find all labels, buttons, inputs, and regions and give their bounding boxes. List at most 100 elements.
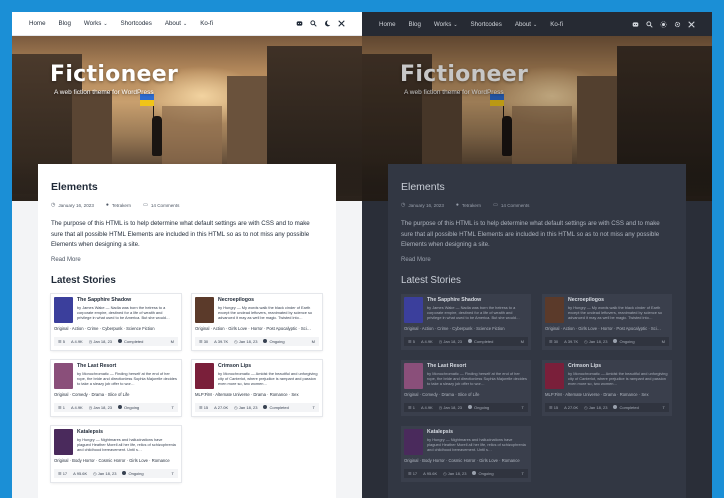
story-card[interactable]: The Last Resort by Monochromatic — Findi… <box>51 359 181 416</box>
story-cover[interactable] <box>54 428 73 455</box>
post-author-wrap[interactable]: ● Tetrakern <box>456 202 481 208</box>
site-title[interactable]: Fictioneer <box>400 62 528 87</box>
post-card: Elements ◷ January 16, 2023 ● Tetrakern ▭ 1… <box>388 164 686 498</box>
story-title[interactable]: The Last Resort <box>77 363 116 369</box>
chapters-count: ☰ 15 <box>549 404 559 410</box>
nav-about-label: About <box>164 20 182 27</box>
dark-theme-preview: Home Blog Works ⌄ Shortcodes About ⌄ Ko-fi… <box>362 12 712 498</box>
story-cover[interactable] <box>545 296 564 323</box>
nav-works-label: Works <box>433 20 452 28</box>
story-cover[interactable] <box>404 362 423 389</box>
nav-blog[interactable]: Blog <box>409 21 421 28</box>
story-card[interactable]: Necroepilogos by Hungry — My words walk … <box>542 293 672 350</box>
post-author-wrap[interactable]: ● Tetrakern <box>106 202 131 208</box>
nav-home[interactable]: Home <box>379 21 396 28</box>
nav-shortcodes[interactable]: Shortcodes <box>471 21 502 28</box>
settings-icon[interactable] <box>674 21 681 28</box>
story-tags: Original · Action · Girls Love · Horror … <box>195 325 311 331</box>
story-description: by James Wake — Nadia was born the heire… <box>77 304 170 321</box>
story-title[interactable]: Katalepsis <box>427 429 453 435</box>
site-title[interactable]: Fictioneer <box>50 62 178 87</box>
story-cover[interactable] <box>54 362 73 389</box>
story-date: ◷ Jan 18, 23 <box>438 338 463 344</box>
story-card[interactable]: Necroepilogos by Hungry — My words walk … <box>192 293 322 350</box>
story-tags: Original · Body Horror · Cosmic Horror ·… <box>404 457 520 463</box>
tools-icon[interactable] <box>688 20 695 28</box>
nav-blog[interactable]: Blog <box>59 20 71 27</box>
nav-works[interactable]: Works ⌄ <box>84 20 108 27</box>
story-cover[interactable] <box>404 296 423 323</box>
story-title[interactable]: Crimson Lips <box>218 363 251 369</box>
tools-icon[interactable] <box>338 20 345 27</box>
discord-icon[interactable] <box>632 21 639 28</box>
story-card[interactable]: Crimson Lips by Monochromatic — Amidst t… <box>192 359 322 416</box>
story-title[interactable]: The Last Resort <box>427 363 466 369</box>
post-author[interactable]: Tetrakern <box>462 203 481 208</box>
story-status: Completed <box>468 339 493 344</box>
chapters-count: ☰ 17 <box>408 470 418 476</box>
story-title[interactable]: Katalepsis <box>77 429 103 435</box>
story-description: by Hungry — My words walk the black cind… <box>568 304 663 321</box>
story-status: Ongoing <box>613 339 635 344</box>
nav-kofi[interactable]: Ko-fi <box>200 20 213 27</box>
story-description: by James Wake — Nadia was born the heire… <box>427 304 520 321</box>
post-comments[interactable]: 14 Comments <box>151 203 180 208</box>
latest-stories-heading: Latest Stories <box>401 274 461 286</box>
post-author[interactable]: Tetrakern <box>112 203 131 208</box>
post-date: January 16, 2023 <box>58 202 94 208</box>
story-title[interactable]: Necroepilogos <box>218 297 254 303</box>
story-cover[interactable] <box>545 362 564 389</box>
main-navigation: Home Blog Works ⌄ Shortcodes About ⌄ Ko-fi <box>362 12 712 36</box>
user-icon: ● <box>455 202 459 208</box>
nav-about[interactable]: About ⌄ <box>515 21 537 28</box>
nav-about[interactable]: About ⌄ <box>165 20 187 27</box>
nav-shortcodes[interactable]: Shortcodes <box>121 20 152 27</box>
story-title[interactable]: Crimson Lips <box>568 363 601 369</box>
search-icon[interactable] <box>646 20 653 28</box>
story-rating: T <box>171 404 174 410</box>
story-title[interactable]: The Sapphire Shadow <box>427 297 481 303</box>
post-comments[interactable]: 14 Comments <box>501 203 530 208</box>
comment-icon: ▭ <box>493 202 498 208</box>
story-tags: Original · Action · Girls Love · Horror … <box>545 325 661 331</box>
nav-works[interactable]: Works ⌄ <box>434 21 458 28</box>
story-date: ◷ Jan 18, 23 <box>234 404 258 410</box>
story-tags: Original · Action · Crime · Cyberpunk · … <box>54 325 155 331</box>
story-card[interactable]: The Last Resort by Monochromatic — Findi… <box>401 359 531 416</box>
story-cover[interactable] <box>54 296 73 323</box>
post-title[interactable]: Elements <box>401 181 673 193</box>
story-rating: T <box>521 470 524 476</box>
search-icon[interactable] <box>310 20 317 27</box>
story-footer: ☰ 15 A 27.0K ◷ Jan 18, 23 Completed T <box>545 402 669 412</box>
story-rating: T <box>662 404 665 410</box>
post-title[interactable]: Elements <box>51 181 323 193</box>
story-card[interactable]: The Sapphire Shadow by James Wake — Nadi… <box>51 293 181 350</box>
story-cover[interactable] <box>195 362 214 389</box>
word-count: A 4.9K <box>420 404 433 410</box>
chevron-down-icon: ⌄ <box>183 21 188 27</box>
post-comments-wrap[interactable]: ▭ 14 Comments <box>493 202 529 208</box>
read-more-link[interactable]: Read More <box>51 257 323 263</box>
story-cover[interactable] <box>404 428 423 455</box>
story-card[interactable]: The Sapphire Shadow by James Wake — Nadi… <box>401 293 531 350</box>
sun-icon[interactable] <box>660 20 667 28</box>
story-title[interactable]: Necroepilogos <box>568 297 604 303</box>
story-tags: Original · Body Horror · Cosmic Horror ·… <box>54 457 170 463</box>
story-title[interactable]: The Sapphire Shadow <box>77 297 131 303</box>
story-rating: T <box>171 470 174 476</box>
story-rating: T <box>521 404 524 410</box>
story-card[interactable]: Katalepsis by Hungry — Nightmares and ha… <box>51 425 181 482</box>
moon-icon[interactable] <box>324 20 331 27</box>
nav-home[interactable]: Home <box>29 20 46 27</box>
post-excerpt: The purpose of this HTML is to help dete… <box>401 220 660 248</box>
read-more-link[interactable]: Read More <box>401 257 673 263</box>
chevron-down-icon: ⌄ <box>533 21 538 28</box>
nav-kofi[interactable]: Ko-fi <box>550 21 563 28</box>
comment-icon: ▭ <box>143 202 148 208</box>
story-card[interactable]: Katalepsis by Hungry — Nightmares and ha… <box>401 425 531 482</box>
post-comments-wrap[interactable]: ▭ 14 Comments <box>143 202 179 208</box>
story-cover[interactable] <box>195 296 214 323</box>
discord-icon[interactable] <box>296 20 303 27</box>
word-count: A 4.9K <box>70 404 83 410</box>
story-card[interactable]: Crimson Lips by Monochromatic — Amidst t… <box>542 359 672 416</box>
